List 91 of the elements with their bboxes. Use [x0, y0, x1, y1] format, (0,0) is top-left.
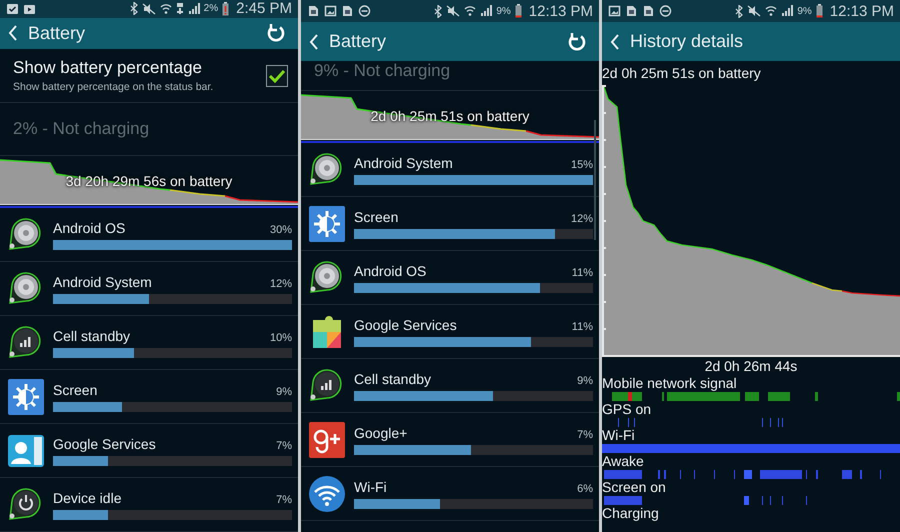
app-usage-row[interactable]: Google Services 7% — [0, 424, 298, 478]
battery-percentage: 2% — [204, 3, 218, 14]
app-name: Wi-Fi — [354, 478, 387, 494]
sim-card-icon — [642, 4, 655, 18]
app-usage-row[interactable]: Cell standby 9% — [301, 359, 599, 413]
app-usage-row[interactable]: Android OS 11% — [301, 251, 599, 305]
battery-percentage: 9% — [496, 6, 511, 16]
app-usage-row[interactable]: Android System 12% — [0, 262, 298, 316]
app-name: Google Services — [354, 316, 457, 332]
clipboard-icon — [6, 2, 19, 16]
charging-status: 2% - Not charging — [13, 119, 150, 139]
clock: 12:13 PM — [528, 2, 593, 20]
back-icon — [309, 34, 319, 50]
screen-title: Battery — [329, 31, 388, 52]
app-name: Google+ — [354, 424, 408, 440]
app-name: Android System — [354, 154, 453, 170]
wifi-signal-icon — [765, 5, 778, 17]
cell-signal-icon — [480, 5, 492, 17]
bluetooth-icon — [130, 2, 138, 16]
app-name: Android OS — [354, 262, 426, 278]
timeline-label: Screen on — [602, 479, 667, 496]
app-usage-row[interactable]: Cell standby 10% — [0, 316, 298, 370]
setting-title: Show battery percentage — [13, 58, 204, 78]
sim-card-icon — [307, 4, 320, 18]
clock: 12:13 PM — [830, 2, 894, 20]
usage-percent: 12% — [570, 212, 593, 224]
wifi-signal-icon — [160, 2, 172, 15]
history-duration: 2d 0h 26m 44s — [704, 357, 798, 375]
battery-percentage: 9% — [797, 6, 812, 16]
clock: 2:45 PM — [236, 0, 292, 18]
app-usage-row[interactable]: Google+ 7% — [301, 413, 599, 467]
usage-percent: 11% — [572, 320, 593, 332]
app-usage-row[interactable]: Android System 15% — [301, 143, 599, 197]
timeline-label: Mobile network signal — [602, 375, 738, 392]
app-name: Google Services — [53, 436, 156, 452]
wifi-icon — [307, 474, 347, 514]
timeline-label: GPS on — [602, 401, 652, 418]
app-usage-row[interactable]: Google Services 11% — [301, 305, 599, 359]
sim-card-icon — [625, 4, 638, 18]
brightness-icon — [307, 204, 347, 244]
mute-icon — [446, 5, 460, 17]
mute-icon — [142, 2, 156, 15]
brightness-icon — [6, 376, 46, 416]
app-name: Cell standby — [354, 370, 432, 386]
checkbox[interactable] — [266, 64, 288, 86]
usage-percent: 7% — [577, 428, 593, 440]
app-usage-row[interactable]: Wi-Fi 6% — [301, 467, 599, 521]
app-name: Device idle — [53, 490, 122, 506]
usage-percent: 30% — [270, 224, 292, 236]
back-icon — [8, 25, 18, 42]
cell-signal-icon — [188, 2, 200, 15]
usage-percent: 12% — [270, 278, 292, 290]
app-usage-row[interactable]: Device idle 7% — [0, 478, 298, 532]
setting-summary: Show battery percentage on the status bar. — [13, 81, 214, 93]
battery-duration: 2d 0h 25m 51s on battery — [602, 64, 762, 83]
usage-percent: 7% — [276, 494, 292, 506]
sim-card-icon — [341, 4, 354, 18]
cell-signal-icon — [781, 5, 794, 17]
image-icon — [608, 4, 621, 18]
usage-percent: 9% — [276, 386, 292, 398]
refresh-icon — [567, 32, 587, 52]
usage-percent: 7% — [276, 440, 292, 452]
app-usage-row[interactable]: Screen 12% — [301, 197, 599, 251]
bluetooth-icon — [735, 4, 744, 18]
usage-percent: 15% — [570, 158, 593, 170]
app-usage-row[interactable]: Android OS 30% — [0, 208, 298, 262]
usage-percent: 9% — [577, 374, 593, 386]
usage-percent: 11% — [572, 266, 593, 278]
image-icon — [324, 4, 337, 18]
wifi-signal-icon — [464, 5, 476, 17]
app-name: Android System — [53, 274, 152, 290]
mute-icon — [747, 5, 762, 17]
timeline-label: Charging — [602, 505, 660, 522]
app-name: Screen — [53, 382, 98, 398]
screen-title: Battery — [28, 22, 86, 44]
screen-title: History details — [630, 31, 744, 52]
charging-status: 9% - Not charging — [314, 61, 450, 81]
do-not-disturb-icon — [659, 4, 672, 18]
usage-percent: 10% — [270, 332, 292, 344]
usage-percent: 6% — [577, 482, 593, 494]
app-name: Cell standby — [53, 328, 130, 344]
app-name: Android OS — [53, 220, 126, 236]
app-name: Screen — [354, 208, 398, 224]
timeline-label: Awake — [602, 453, 645, 470]
app-usage-row[interactable]: Screen 9% — [0, 370, 298, 424]
timeline-label: Wi-Fi — [602, 427, 636, 444]
do-not-disturb-icon — [358, 4, 371, 18]
plus-tile-icon — [307, 420, 347, 460]
refresh-icon — [266, 23, 286, 44]
bluetooth-icon — [434, 4, 442, 18]
back-icon — [610, 34, 620, 50]
